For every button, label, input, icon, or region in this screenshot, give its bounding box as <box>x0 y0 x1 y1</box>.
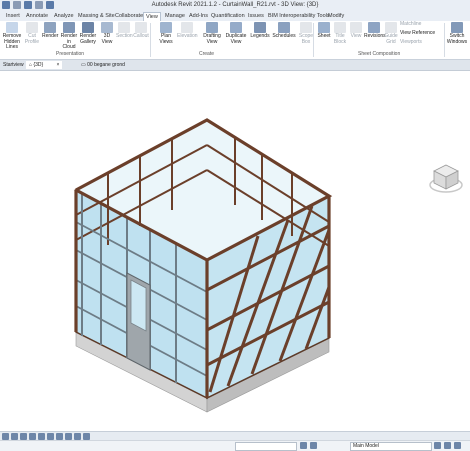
tab-analyze[interactable]: Analyze <box>52 12 76 21</box>
tab-manage[interactable]: Manage <box>163 12 187 21</box>
elevation-icon <box>181 22 193 33</box>
panel-label-create: Create <box>199 51 215 57</box>
switch-windows-button[interactable]: Switch Windows <box>446 22 468 45</box>
reveal-hidden-icon[interactable] <box>74 433 81 440</box>
panel-separator <box>313 23 314 57</box>
worksharing-icon[interactable] <box>300 442 307 449</box>
window-title: Autodesk Revit 2021.1.2 - CurtainWall_R2… <box>151 2 319 8</box>
duplicate-icon <box>230 22 242 33</box>
cut-profile-button[interactable]: Cut Profile <box>24 22 40 45</box>
revision-cloud-icon <box>368 22 380 33</box>
view-tab-startview[interactable]: Startview <box>0 61 27 69</box>
scope-box-icon <box>300 22 312 33</box>
view-button[interactable]: View <box>348 22 364 40</box>
drafting-icon <box>206 22 218 33</box>
close-tab-icon[interactable]: × <box>57 62 60 68</box>
crop-view-icon[interactable] <box>56 433 63 440</box>
shadows-icon[interactable] <box>38 433 45 440</box>
view-place-icon <box>350 22 362 33</box>
duplicate-view-button[interactable]: Duplicate View <box>225 22 247 45</box>
title-block-button[interactable]: Title Block <box>332 22 348 45</box>
tab-quantification[interactable]: Quantification <box>209 12 247 21</box>
scale-icon[interactable] <box>2 433 9 440</box>
render-button[interactable]: Render <box>42 22 58 40</box>
matchline-button[interactable]: Matchline <box>400 21 442 28</box>
tab-issues[interactable]: Issues <box>246 12 266 21</box>
detail-level-icon[interactable] <box>11 433 18 440</box>
design-options-icon[interactable] <box>310 442 317 449</box>
view-reference-button[interactable]: View Reference <box>400 30 444 37</box>
ribbon: Remove Hidden Lines Cut Profile Render R… <box>0 21 470 60</box>
section-icon <box>118 22 130 33</box>
sun-path-icon[interactable] <box>29 433 36 440</box>
drafting-view-button[interactable]: Drafting View <box>201 22 223 45</box>
status-bar: Main Model <box>0 440 470 451</box>
ribbon-tab-bar: Insert Annotate Analyze Massing & Site C… <box>0 12 470 22</box>
guide-grid-icon <box>385 22 397 33</box>
guide-grid-button[interactable]: Guide Grid <box>384 22 398 45</box>
temporary-hide-icon[interactable] <box>65 433 72 440</box>
legends-button[interactable]: Legends <box>250 22 270 40</box>
filter-icon[interactable] <box>434 442 441 449</box>
tab-annotate[interactable]: Annotate <box>24 12 50 21</box>
visual-style-icon[interactable] <box>20 433 27 440</box>
3d-viewport[interactable] <box>0 71 470 431</box>
3d-house-icon <box>101 22 113 33</box>
select-links-icon[interactable] <box>444 442 451 449</box>
title-block-icon <box>334 22 346 33</box>
legend-icon <box>254 22 266 33</box>
schedules-button[interactable]: Schedules <box>272 22 296 40</box>
panel-separator <box>444 23 445 57</box>
tab-collaborate[interactable]: Collaborate <box>113 12 145 21</box>
cloud-teapot-icon <box>63 22 75 33</box>
schedule-icon <box>278 22 290 33</box>
3d-view-button[interactable]: 3D View <box>99 22 115 45</box>
panel-label-sheet-composition: Sheet Composition <box>358 51 401 57</box>
panel-separator <box>150 23 151 57</box>
revisions-button[interactable]: Revisions <box>364 22 386 40</box>
remove-hidden-lines-button[interactable]: Remove Hidden Lines <box>1 22 23 51</box>
gallery-icon <box>82 22 94 33</box>
section-button[interactable]: Section <box>116 22 133 40</box>
sheet-icon <box>318 22 330 33</box>
callout-button[interactable]: Callout <box>133 22 149 40</box>
tab-modify[interactable]: Modify <box>326 12 346 21</box>
render-in-cloud-button[interactable]: Render in Cloud <box>60 22 78 51</box>
tab-massing-site[interactable]: Massing & Site <box>76 12 117 21</box>
view-tab-bar: Startview ⌂ {3D} × ▭ 00 begane grond <box>0 60 470 71</box>
select-pinned-icon[interactable] <box>454 442 461 449</box>
tab-add-ins[interactable]: Add-Ins <box>187 12 210 21</box>
curtain-wall-model[interactable] <box>0 71 470 431</box>
elevation-button[interactable]: Elevation <box>177 22 198 40</box>
switch-windows-icon <box>451 22 463 33</box>
teapot-icon <box>44 22 56 33</box>
view-tab-00-begane-grond[interactable]: ▭ 00 begane grond <box>78 61 128 69</box>
hidden-lines-icon <box>6 22 18 33</box>
view-tab-3d[interactable]: ⌂ {3D} × <box>26 61 63 69</box>
viewports-button[interactable]: Viewports <box>400 39 442 46</box>
sheet-button[interactable]: Sheet <box>316 22 332 40</box>
view-cube[interactable] <box>428 161 464 195</box>
tab-insert[interactable]: Insert <box>4 12 22 21</box>
callout-icon <box>135 22 147 33</box>
render-gallery-button[interactable]: Render Gallery <box>79 22 97 45</box>
plan-views-button[interactable]: Plan Views <box>157 22 175 45</box>
cut-profile-icon <box>26 22 38 33</box>
panel-label-presentation: Presentation <box>56 51 85 57</box>
analytical-model-icon[interactable] <box>83 433 90 440</box>
render-dialog-icon[interactable] <box>47 433 54 440</box>
plan-view-icon <box>160 22 172 33</box>
tab-bim-interoperability[interactable]: BIM Interoperability Tools <box>266 12 332 21</box>
